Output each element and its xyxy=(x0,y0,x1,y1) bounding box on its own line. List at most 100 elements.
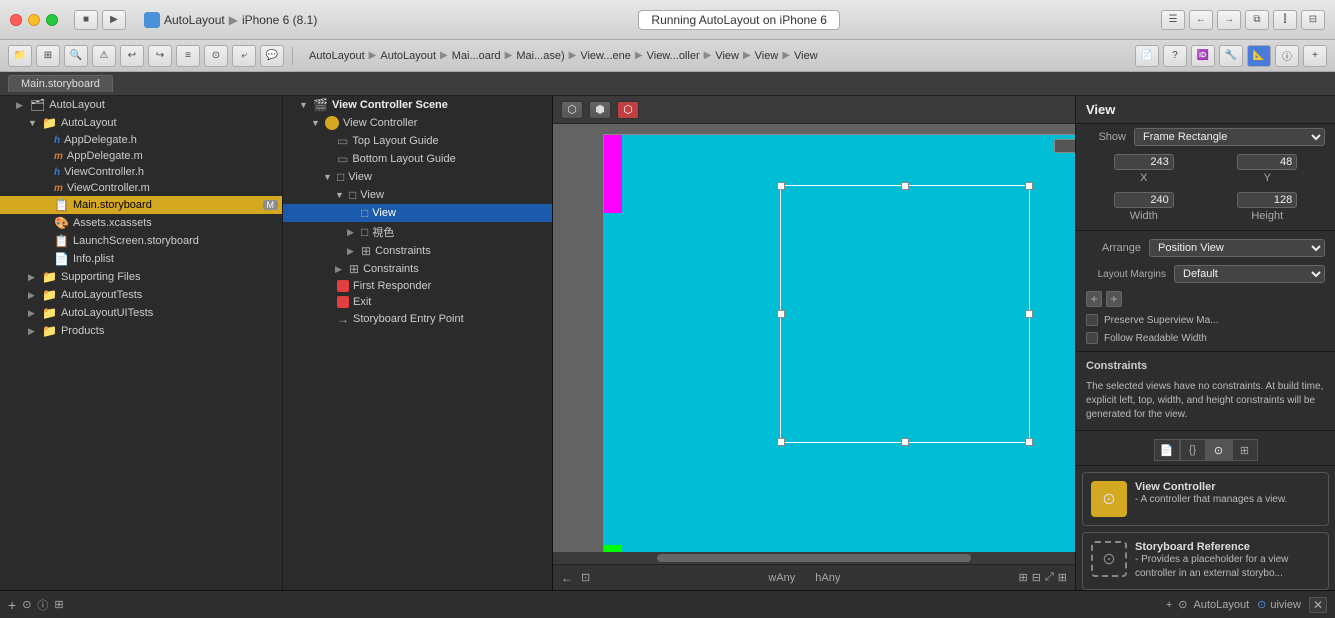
inspector-file-btn[interactable]: 📄 xyxy=(1135,45,1159,67)
bc-maioard[interactable]: Mai...oard xyxy=(452,50,501,62)
nav-item-view-child[interactable]: ▼ □ View xyxy=(283,186,552,204)
bottom-close-btn[interactable]: ✕ xyxy=(1309,597,1327,613)
handle-tr[interactable] xyxy=(1025,182,1033,190)
nav-item-constraints-outer[interactable]: ▶ ⊞ Constraints xyxy=(283,260,552,278)
handle-bl[interactable] xyxy=(777,438,785,446)
nav-item-vc[interactable]: ▼ View Controller xyxy=(283,114,552,132)
inspector-x-input[interactable]: 243 xyxy=(1114,154,1174,170)
inspector-id-btn[interactable]: 🆔 xyxy=(1191,45,1215,67)
bc-view3[interactable]: View xyxy=(794,50,818,62)
warning-btn[interactable]: ⚠ xyxy=(92,45,116,67)
nav-item-info-plist[interactable]: ▶ 📄 Info.plist xyxy=(0,250,282,268)
bc-viewoller[interactable]: View...oller xyxy=(647,50,700,62)
bc-view1[interactable]: View xyxy=(715,50,739,62)
inspector-identity-btn[interactable]: ⓘ xyxy=(1275,45,1299,67)
nav-item-storyboard-entry[interactable]: ▶ → Storyboard Entry Point xyxy=(283,310,552,328)
nav-item-canji[interactable]: ▶ □ 視色 xyxy=(283,222,552,242)
inspector-show-select[interactable]: Frame Rectangle xyxy=(1134,128,1325,146)
canvas-scrollbar-h[interactable] xyxy=(553,552,1075,564)
next-btn[interactable]: → xyxy=(1217,10,1241,30)
inspector-help-btn[interactable]: ? xyxy=(1163,45,1187,67)
nav-item-first-responder[interactable]: ▶ First Responder xyxy=(283,278,552,294)
nav-item-viewcontroller-h[interactable]: ▶ h ViewController.h xyxy=(0,164,282,180)
plus-btn-2[interactable]: + xyxy=(1106,291,1122,307)
bc-autolayout2[interactable]: AutoLayout xyxy=(380,50,436,62)
inspector-arrange-select[interactable]: Position View xyxy=(1149,239,1325,257)
nav-item-autolayout-group[interactable]: ▼ 📁 AutoLayout xyxy=(0,114,282,132)
bottom-add-btn[interactable]: + xyxy=(8,597,16,613)
nav-item-products[interactable]: ▶ 📁 Products xyxy=(0,322,282,340)
nav-item-exit[interactable]: ▶ Exit xyxy=(283,294,552,310)
inspector-width-input[interactable]: 240 xyxy=(1114,192,1174,208)
prev-btn[interactable]: ← xyxy=(1189,10,1213,30)
nav-item-assets[interactable]: ▶ 🎨 Assets.xcassets xyxy=(0,214,282,232)
nav-item-appdelegate-m[interactable]: ▶ m AppDelegate.m xyxy=(0,148,282,164)
canvas-back-btn[interactable]: ← xyxy=(561,571,573,585)
split-v-btn[interactable]: ⫿ xyxy=(1273,10,1297,30)
canvas-ctrl2[interactable]: ⊟ xyxy=(1032,571,1041,584)
split-h-btn[interactable]: ⊟ xyxy=(1301,10,1325,30)
scene-bottom-clock-btn[interactable]: ⊙ xyxy=(1178,598,1187,611)
bc-viewene[interactable]: View...ene xyxy=(580,50,631,62)
maximize-button[interactable] xyxy=(46,14,58,26)
handle-tl[interactable] xyxy=(777,182,785,190)
handle-tm[interactable] xyxy=(901,182,909,190)
nav-folder-btn[interactable]: 📁 xyxy=(8,45,32,67)
bottom-expand-btn[interactable]: ⊞ xyxy=(54,598,63,611)
bc-autolayout1[interactable]: AutoLayout xyxy=(309,50,365,62)
nav-item-supporting-files[interactable]: ▶ 📁 Supporting Files xyxy=(0,268,282,286)
bc-maiase[interactable]: Mai...ase) xyxy=(516,50,564,62)
nav-item-viewcontroller-m[interactable]: ▶ m ViewController.m xyxy=(0,180,282,196)
nav-item-launchscreen[interactable]: ▶ 📋 LaunchScreen.storyboard xyxy=(0,232,282,250)
minimize-button[interactable] xyxy=(28,14,40,26)
nav-item-autolayout-ui-tests[interactable]: ▶ 📁 AutoLayoutUITests xyxy=(0,304,282,322)
nav-item-view-root[interactable]: ▼ □ View xyxy=(283,168,552,186)
bottom-info-btn[interactable]: ⓘ xyxy=(37,597,48,613)
canvas-ctrl3[interactable]: ⤢ xyxy=(1045,571,1054,584)
canvas-shape3-btn[interactable]: ⬡ xyxy=(617,101,639,119)
plus-btn-1[interactable]: + xyxy=(1086,291,1102,307)
inspector-y-input[interactable]: 48 xyxy=(1237,154,1297,170)
inspector-tab-grid[interactable]: ⊞ xyxy=(1232,439,1258,461)
nav-item-top-layout[interactable]: ▶ ▭ Top Layout Guide xyxy=(283,132,552,150)
nav-item-main-storyboard[interactable]: ▶ 📋 Main.storyboard M xyxy=(0,196,282,214)
scene-bottom-add-btn[interactable]: + xyxy=(1166,599,1172,611)
inspector-add-btn[interactable]: + xyxy=(1303,45,1327,67)
run-button[interactable]: ▶ xyxy=(102,10,126,30)
handle-mr[interactable] xyxy=(1025,310,1033,318)
handle-bm[interactable] xyxy=(901,438,909,446)
preserve-checkbox[interactable] xyxy=(1086,314,1098,326)
undo-btn[interactable]: ↩ xyxy=(120,45,144,67)
inspector-height-input[interactable]: 128 xyxy=(1237,192,1297,208)
canvas-ctrl1[interactable]: ⊞ xyxy=(1019,571,1028,584)
nav-item-constraints-inner[interactable]: ▶ ⊞ Constraints xyxy=(283,242,552,260)
bc-view2[interactable]: View xyxy=(755,50,779,62)
nav-item-vc-scene[interactable]: ▼ 🎬 View Controller Scene xyxy=(283,96,552,114)
handle-ml[interactable] xyxy=(777,310,785,318)
redo-btn[interactable]: ↪ xyxy=(148,45,172,67)
nav-grid-btn[interactable]: ⊞ xyxy=(36,45,60,67)
nav-item-appdelegate-h[interactable]: ▶ h AppDelegate.h xyxy=(0,132,282,148)
stop-button[interactable]: ■ xyxy=(74,10,98,30)
handle-br[interactable] xyxy=(1025,438,1033,446)
scrollbar-thumb[interactable] xyxy=(657,554,970,562)
inspector-margins-select[interactable]: Default xyxy=(1174,265,1325,283)
nav-item-autolayout-tests[interactable]: ▶ 📁 AutoLayoutTests xyxy=(0,286,282,304)
canvas-content[interactable] xyxy=(553,124,1075,564)
search-btn[interactable]: 🔍 xyxy=(64,45,88,67)
nav-item-bottom-layout[interactable]: ▶ ▭ Bottom Layout Guide xyxy=(283,150,552,168)
inspector-attr-btn[interactable]: 🔧 xyxy=(1219,45,1243,67)
readable-checkbox[interactable] xyxy=(1086,332,1098,344)
bottom-clock-btn[interactable]: ⊙ xyxy=(22,598,31,611)
inspector-tab-file[interactable]: 📄 xyxy=(1154,439,1180,461)
canvas-frame-toggle[interactable]: ⊡ xyxy=(581,571,590,584)
canvas-shape1-btn[interactable]: ⬡ xyxy=(561,101,583,119)
inspector-tab-circle[interactable]: ⊙ xyxy=(1206,439,1232,461)
close-button[interactable] xyxy=(10,14,22,26)
list-btn[interactable]: ≡ xyxy=(176,45,200,67)
main-tab[interactable]: Main.storyboard xyxy=(8,75,113,92)
comment-btn[interactable]: 💬 xyxy=(260,45,284,67)
link-btn[interactable]: ⤶ xyxy=(232,45,256,67)
inspector-ruler-btn[interactable]: 📐 xyxy=(1247,45,1271,67)
hierarchy-btn[interactable]: ⊙ xyxy=(204,45,228,67)
